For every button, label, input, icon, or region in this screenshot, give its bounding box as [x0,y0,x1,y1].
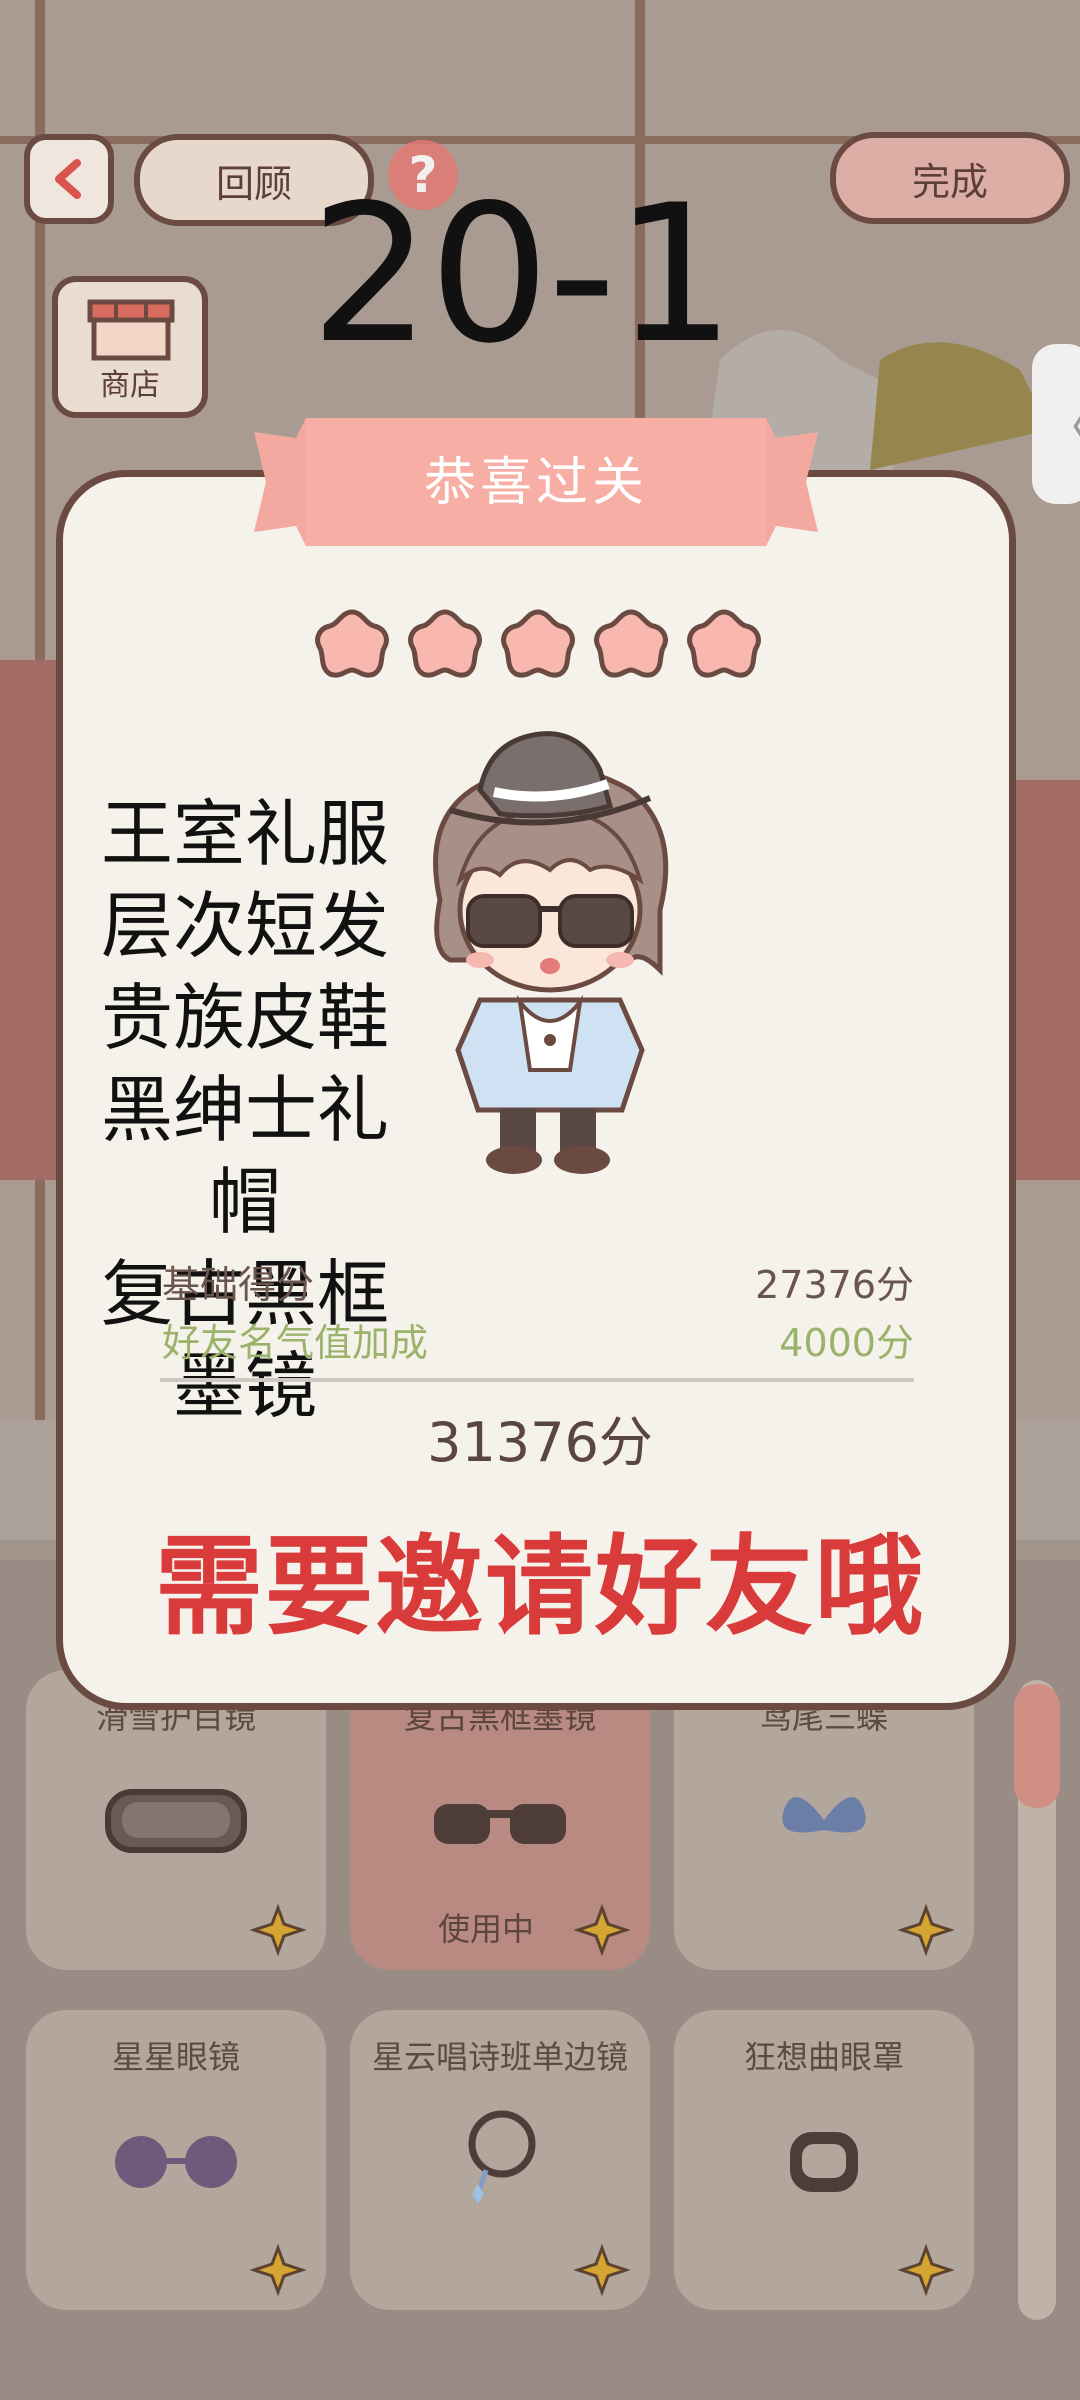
shop-label: 商店 [100,368,160,403]
star-icon [501,609,575,678]
bonus-score-value: 4000分 [779,1321,914,1365]
butterfly-icon [782,1797,866,1833]
item-card[interactable]: 滑雪护目镜 [26,1670,326,1970]
item-card[interactable]: 狂想曲眼罩 [674,2010,974,2310]
chevron-left-icon [55,159,81,199]
item-card[interactable]: 星星眼镜 [26,2010,326,2310]
star-icon [315,609,389,678]
scrollbar-thumb[interactable] [1014,1684,1060,1808]
invite-friends-message[interactable]: 需要邀请好友哦 [0,1500,1080,1656]
star-icon [408,609,482,678]
sparkle-icon [573,1904,631,1956]
item-name: 狂想曲眼罩 [743,2038,904,2076]
item-name: 星云唱诗班单边镜 [371,2038,628,2076]
sunglasses-icon [434,1804,566,1844]
item-card[interactable]: 星云唱诗班单边镜 [350,2010,650,2310]
done-button[interactable]: 完成 [830,132,1070,224]
rating-stars [315,609,761,678]
character-avatar [433,731,669,1174]
back-button[interactable] [24,134,114,224]
eye-mask-icon [790,2132,858,2192]
sparkle-icon [897,2244,955,2296]
outfit-item: 王室礼服 [100,792,389,876]
item-card-selected[interactable]: 复古黑框墨镜 使用中 [350,1670,650,1970]
sparkle-icon [249,1904,307,1956]
monocle-icon [468,2110,536,2204]
base-score-label: 基础得分 [162,1263,315,1307]
side-drawer-tab[interactable]: 〈 [1032,344,1080,504]
in-use-label: 使用中 [438,1910,535,1948]
base-score-row: 基础得分 27376分 [162,1254,914,1309]
outfit-item: 黑绅士礼帽 [100,1068,389,1244]
divider [160,1378,914,1382]
shop-button[interactable]: 商店 [52,276,208,418]
star-icon [687,609,761,678]
ski-goggles-icon [105,1789,247,1853]
item-name: 星星眼镜 [111,2038,240,2076]
shop-icon [87,299,175,361]
dialog-title: 恭喜过关 [423,453,648,513]
level-number: 20-1 [310,164,735,385]
item-card[interactable]: 鸢尾三蝶 [674,1670,974,1970]
bonus-score-label: 好友名气值加成 [162,1321,429,1365]
sparkle-icon [249,2244,307,2296]
sparkle-icon [897,1904,955,1956]
outfit-item: 贵族皮鞋 [100,976,389,1060]
bonus-score-row: 好友名气值加成 4000分 [162,1312,914,1367]
outfit-item: 层次短发 [100,884,389,968]
chevron-left-icon: 〈 [1044,388,1080,460]
base-score-value: 27376分 [755,1263,914,1307]
sparkle-icon [573,2244,631,2296]
star-icon [594,609,668,678]
flower-glasses-icon [115,2136,237,2188]
total-score: 31376分 [427,1411,653,1474]
